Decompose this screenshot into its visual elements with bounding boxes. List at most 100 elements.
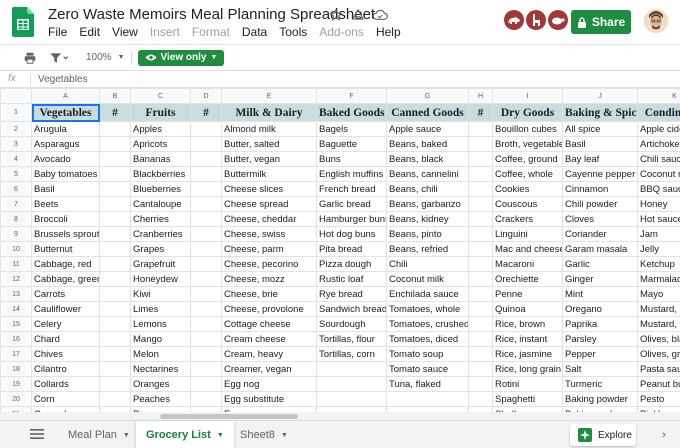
row-number[interactable]: 12 (0, 271, 32, 287)
filter-icon[interactable] (48, 50, 70, 66)
grid-cell[interactable] (99, 181, 131, 197)
grid-cell[interactable]: Paprika (562, 316, 638, 332)
grid-cell[interactable] (468, 391, 493, 407)
grid-cell[interactable] (190, 226, 222, 242)
category-header-cell[interactable]: Milk & Dairy (221, 103, 317, 122)
grid-cell[interactable]: Cheese, brie (221, 286, 317, 302)
column-header[interactable]: D (190, 88, 222, 104)
view-only-button[interactable]: View only ▼ (137, 49, 225, 66)
grid-cell[interactable]: Baking powder (562, 391, 638, 407)
grid-cell[interactable]: Cauliflower (31, 301, 100, 317)
grid-cell[interactable]: Coconut milk (386, 271, 469, 287)
grid-cell[interactable]: Crackers (492, 211, 563, 227)
zoom-select[interactable]: 100% (86, 52, 112, 63)
grid-cell[interactable]: Apple sauce (386, 121, 469, 137)
grid-cell[interactable]: Tomatoes, diced (386, 331, 469, 347)
grid-cell[interactable]: Marmalade (637, 271, 680, 287)
grid-cell[interactable] (316, 361, 387, 377)
grid-cell[interactable]: Beans, cannelini (386, 166, 469, 182)
grid-cell[interactable] (190, 271, 222, 287)
grid-cell[interactable]: Peaches (130, 391, 191, 407)
grid-cell[interactable]: Kiwi (130, 286, 191, 302)
grid-cell[interactable]: Beans, chili (386, 181, 469, 197)
grid-cell[interactable]: Tortillas, flour (316, 331, 387, 347)
grid-cell[interactable] (468, 151, 493, 167)
grid-cell[interactable]: Creamer, vegan (221, 361, 317, 377)
grid-cell[interactable]: Buns (316, 151, 387, 167)
column-header[interactable]: A (31, 88, 100, 104)
grid-cell[interactable]: Hot sauce (637, 211, 680, 227)
anonymous-turtle-avatar-icon[interactable] (548, 10, 568, 30)
column-header[interactable]: J (562, 88, 638, 104)
grid-cell[interactable] (99, 151, 131, 167)
grid-cell[interactable]: Tomato soup (386, 346, 469, 362)
grid-cell[interactable]: Cream, heavy (221, 346, 317, 362)
row-number[interactable]: 9 (0, 226, 32, 242)
grid-cell[interactable] (468, 331, 493, 347)
grid-cell[interactable] (468, 286, 493, 302)
grid-cell[interactable]: Artichoke hearts (637, 136, 680, 152)
grid-cell[interactable]: Macaroni (492, 256, 563, 272)
row-number[interactable]: 3 (0, 136, 32, 152)
grid-cell[interactable] (99, 241, 131, 257)
grid-cell[interactable] (99, 121, 131, 137)
grid-cell[interactable]: Quinoa (492, 301, 563, 317)
row-number[interactable]: 7 (0, 196, 32, 212)
tab-sheet8[interactable]: Sheet8 ▼ (230, 421, 298, 448)
grid-cell[interactable]: Blueberries (130, 181, 191, 197)
grid-cell[interactable] (99, 166, 131, 182)
row-number[interactable]: 13 (0, 286, 32, 302)
grid-cell[interactable] (468, 136, 493, 152)
menu-view[interactable]: View (112, 25, 146, 39)
grid-cell[interactable] (190, 151, 222, 167)
grid-cell[interactable] (99, 331, 131, 347)
row-number[interactable]: 11 (0, 256, 32, 272)
grid-cell[interactable]: Broccoli (31, 211, 100, 227)
grid-cell[interactable]: Grapes (130, 241, 191, 257)
grid-cell[interactable]: Ketchup (637, 256, 680, 272)
row-number[interactable]: 10 (0, 241, 32, 257)
menu-add-ons[interactable]: Add-ons (319, 25, 372, 39)
grid-cell[interactable]: Beans, baked (386, 136, 469, 152)
column-header[interactable]: C (130, 88, 191, 104)
grid-cell[interactable]: Tomato sauce (386, 361, 469, 377)
grid-cell[interactable]: Cheese spread (221, 196, 317, 212)
grid-cell[interactable] (99, 301, 131, 317)
grid-cell[interactable] (190, 391, 222, 407)
grid-cell[interactable]: Garlic bread (316, 196, 387, 212)
row-number[interactable]: 17 (0, 346, 32, 362)
grid-cell[interactable]: Cream cheese (221, 331, 317, 347)
grid-cell[interactable]: Chives (31, 346, 100, 362)
grid-cell[interactable]: Cheese, pecorino (221, 256, 317, 272)
category-header-cell[interactable]: # (190, 103, 222, 122)
row-number[interactable]: 16 (0, 331, 32, 347)
grid-cell[interactable]: Basil (562, 136, 638, 152)
category-header-cell[interactable]: Fruits (130, 103, 191, 122)
grid-cell[interactable]: Rice, instant (492, 331, 563, 347)
grid-cell[interactable]: Pita bread (316, 241, 387, 257)
grid-cell[interactable]: Rice, long grain (492, 361, 563, 377)
zoom-dropdown-icon[interactable]: ▼ (118, 54, 125, 61)
grid-cell[interactable] (190, 361, 222, 377)
grid-cell[interactable] (468, 376, 493, 392)
print-icon[interactable] (22, 50, 38, 66)
category-header-cell[interactable]: # (99, 103, 131, 122)
grid-cell[interactable]: Butternut (31, 241, 100, 257)
grid-cell[interactable]: Mango (130, 331, 191, 347)
menu-file[interactable]: File (48, 25, 75, 39)
grid-cell[interactable]: Garam masala (562, 241, 638, 257)
row-number[interactable]: 18 (0, 361, 32, 377)
grid-cell[interactable] (468, 346, 493, 362)
grid-cell[interactable]: Baguette (316, 136, 387, 152)
grid-cell[interactable] (190, 256, 222, 272)
grid-cell[interactable]: Sourdough (316, 316, 387, 332)
menu-tools[interactable]: Tools (279, 25, 315, 39)
grid-cell[interactable]: Beans, black (386, 151, 469, 167)
grid-cell[interactable] (468, 181, 493, 197)
grid-cell[interactable]: Butter, vegan (221, 151, 317, 167)
grid-cell[interactable]: Orechiette (492, 271, 563, 287)
column-header[interactable]: K (637, 88, 680, 104)
grid-cell[interactable]: Bananas (130, 151, 191, 167)
grid-cell[interactable]: Buttermilk (221, 166, 317, 182)
cloud-status-icon[interactable] (372, 7, 388, 23)
